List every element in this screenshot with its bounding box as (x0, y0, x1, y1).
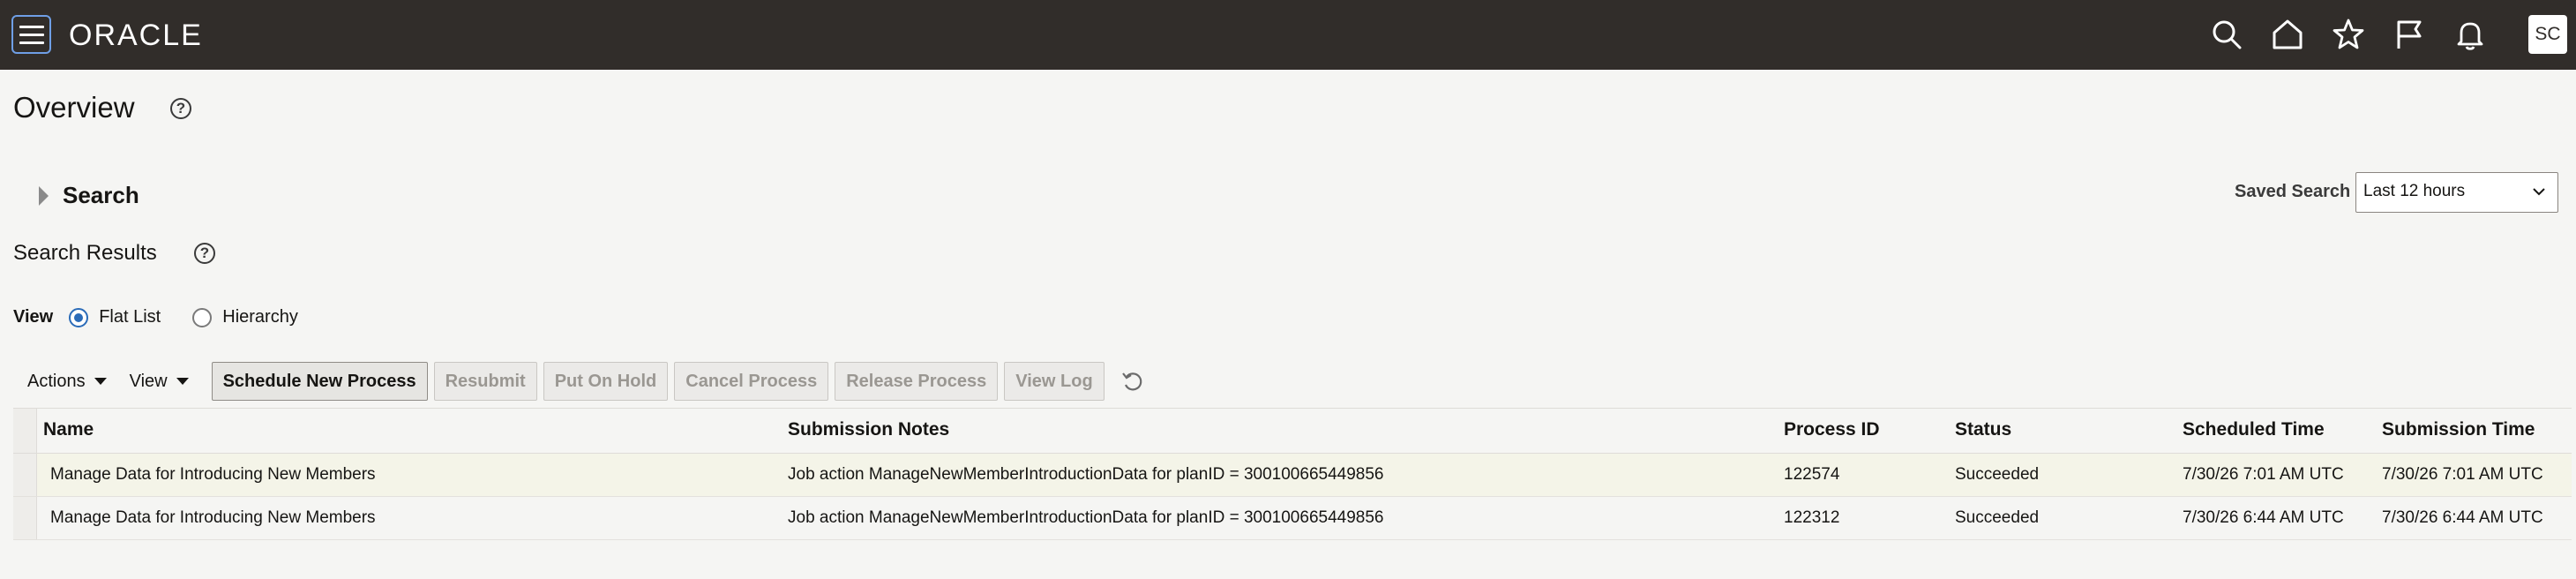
notifications-bell-icon[interactable] (2453, 18, 2487, 51)
results-help-icon[interactable]: ? (194, 243, 215, 264)
table-row[interactable]: Manage Data for Introducing New Members … (13, 454, 2572, 497)
row-header-cell[interactable] (13, 454, 37, 496)
table-row[interactable]: Manage Data for Introducing New Members … (13, 497, 2572, 540)
release-process-button[interactable]: Release Process (835, 362, 999, 401)
column-header-process-id[interactable]: Process ID (1784, 419, 1880, 440)
search-icon[interactable] (2210, 18, 2243, 51)
oracle-logo: ORACLE (69, 19, 203, 52)
column-header-status[interactable]: Status (1955, 419, 2011, 440)
caret-down-icon (176, 378, 189, 385)
table-header: Name Submission Notes Process ID Status … (13, 408, 2572, 454)
cell-notes: Job action ManageNewMemberIntroductionDa… (788, 465, 1384, 484)
view-menu[interactable]: View (130, 372, 189, 392)
hierarchy-label[interactable]: Hierarchy (222, 307, 298, 327)
navigator-menu-button[interactable] (11, 15, 51, 54)
cell-submission-time: 7/30/26 6:44 AM UTC (2382, 508, 2543, 527)
saved-search-value: Last 12 hours (2363, 182, 2466, 200)
cell-name: Manage Data for Introducing New Members (50, 508, 376, 527)
cell-scheduled-time: 7/30/26 6:44 AM UTC (2183, 508, 2344, 527)
help-icon[interactable]: ? (170, 98, 191, 119)
refresh-icon[interactable] (1120, 368, 1146, 395)
results-toolbar: Actions View Schedule New Process Resubm… (13, 362, 1146, 401)
column-header-submission-time[interactable]: Submission Time (2382, 419, 2535, 440)
view-log-button[interactable]: View Log (1004, 362, 1105, 401)
schedule-new-process-button[interactable]: Schedule New Process (211, 362, 428, 401)
search-section-title: Search (63, 182, 139, 208)
put-on-hold-button[interactable]: Put On Hold (543, 362, 669, 401)
search-results-title: Search Results (13, 241, 157, 265)
saved-search-select[interactable]: Last 12 hours (2355, 172, 2558, 213)
column-header-notes[interactable]: Submission Notes (788, 419, 949, 440)
actions-menu[interactable]: Actions (13, 372, 107, 392)
row-header-cell (13, 409, 37, 453)
cell-notes: Job action ManageNewMemberIntroductionDa… (788, 508, 1384, 527)
saved-search-label: Saved Search (2235, 182, 2351, 201)
cell-status: Succeeded (1955, 465, 2040, 484)
global-header: ORACLE SC (0, 0, 2576, 70)
hierarchy-radio[interactable] (192, 307, 213, 327)
favorites-star-icon[interactable] (2332, 18, 2365, 51)
view-mode-label: View (13, 307, 54, 327)
home-icon[interactable] (2271, 18, 2304, 51)
cell-submission-time: 7/30/26 7:01 AM UTC (2382, 465, 2543, 484)
column-header-name[interactable]: Name (43, 419, 94, 440)
flat-list-radio[interactable] (69, 307, 89, 327)
view-mode-group: View Flat List Hierarchy (13, 307, 298, 327)
row-header-cell[interactable] (13, 497, 37, 539)
results-table: Name Submission Notes Process ID Status … (13, 408, 2572, 540)
search-disclosure[interactable]: Search (39, 182, 139, 209)
chevron-down-icon (2531, 184, 2547, 205)
cell-process-id: 122574 (1784, 465, 1840, 484)
user-avatar[interactable]: SC (2528, 15, 2567, 54)
caret-down-icon (94, 378, 107, 385)
resubmit-button[interactable]: Resubmit (433, 362, 537, 401)
page-title: Overview (13, 91, 135, 124)
cell-status: Succeeded (1955, 508, 2040, 527)
column-header-scheduled-time[interactable]: Scheduled Time (2183, 419, 2325, 440)
cancel-process-button[interactable]: Cancel Process (674, 362, 829, 401)
cell-scheduled-time: 7/30/26 7:01 AM UTC (2183, 465, 2344, 484)
cell-process-id: 122312 (1784, 508, 1840, 527)
flat-list-label[interactable]: Flat List (99, 307, 161, 327)
expand-triangle-icon (39, 185, 49, 206)
cell-name: Manage Data for Introducing New Members (50, 465, 376, 484)
flag-icon[interactable] (2393, 18, 2426, 51)
